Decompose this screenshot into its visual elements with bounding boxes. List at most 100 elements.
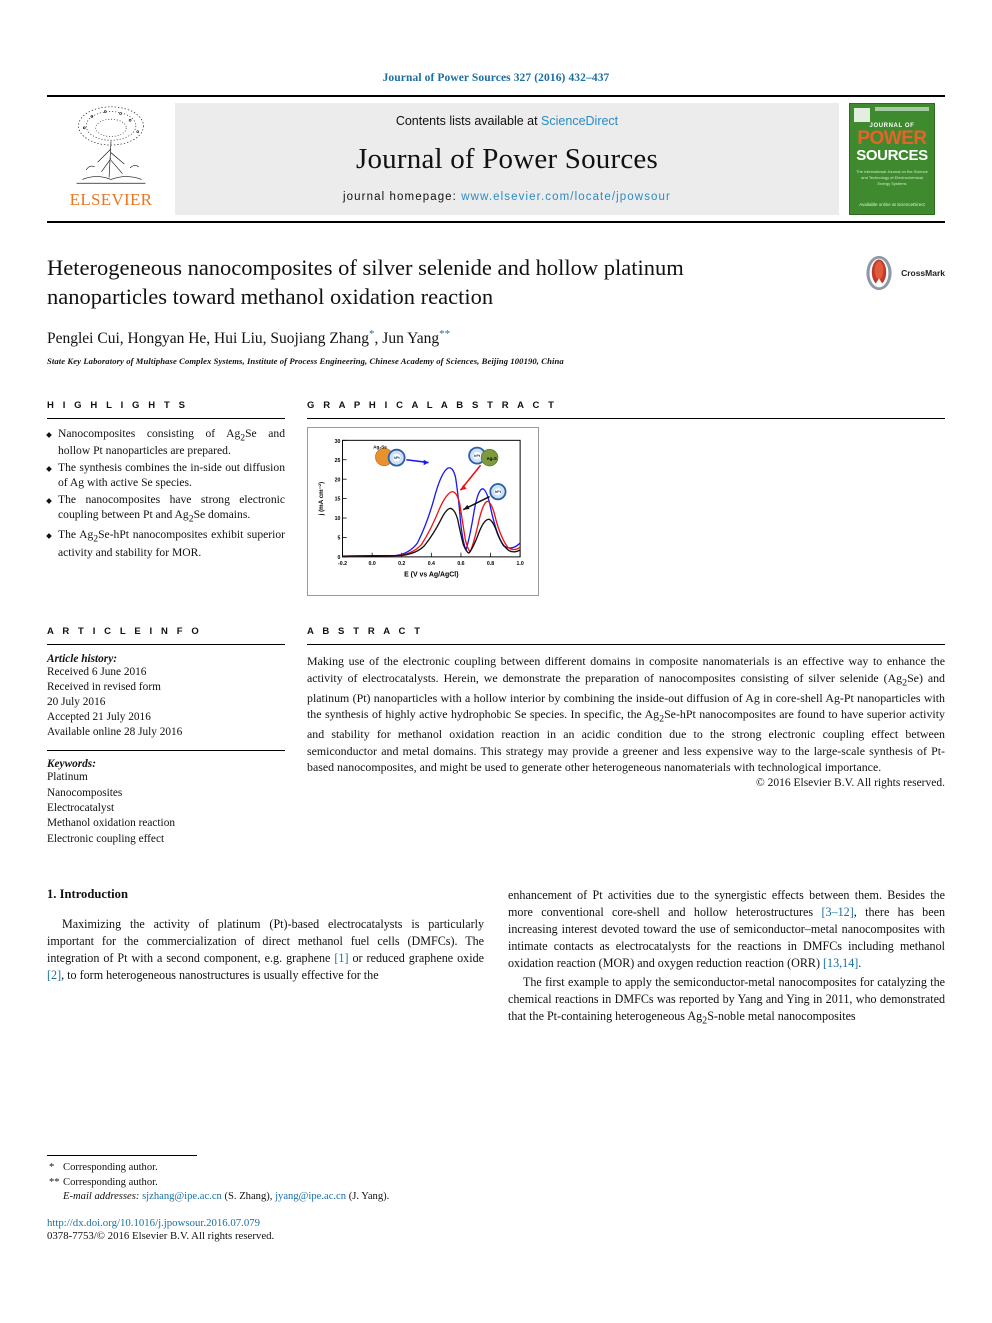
inset-label-ag2s: Ag₂S [487, 455, 497, 460]
keyword: Nanocomposites [47, 786, 123, 799]
contents-prefix: Contents lists available at [395, 114, 542, 128]
issn-copyright-line: 0378-7753/© 2016 Elsevier B.V. All right… [47, 1229, 275, 1242]
email-owner-yang: (J. Yang). [348, 1191, 390, 1203]
article-history-label: Article history: [47, 653, 117, 666]
footnote-emails: E-mail addresses: sjzhang@ipe.ac.cn (S. … [47, 1190, 467, 1205]
elsevier-wordmark: ELSEVIER [69, 190, 153, 209]
y-tick-label: 0 [338, 555, 341, 561]
article-info-column: A R T I C L E I N F O Article history: R… [47, 626, 285, 847]
highlights-column: H I G H L I G H T S Nanocomposites consi… [47, 400, 285, 597]
section-heading-introduction: 1. Introduction [47, 887, 128, 902]
y-tick-label: 25 [335, 457, 341, 463]
x-tick-label: 0.8 [487, 561, 494, 567]
cover-top-rule [875, 107, 929, 111]
paragraph-text: enhancement of Pt activities due to the … [508, 888, 946, 970]
history-line: Received 6 June 2016 [47, 666, 147, 679]
corresponding-marker-2: ** [439, 327, 451, 340]
masthead-center: Contents lists available at ScienceDirec… [175, 103, 839, 215]
keyword: Methanol oxidation reaction [47, 817, 175, 830]
authors-names: Penglei Cui, Hongyan He, Hui Liu, Suojia… [47, 329, 370, 347]
x-tick-label: -0.2 [338, 561, 347, 567]
homepage-url-link[interactable]: www.elsevier.com/locate/jpowsour [461, 191, 671, 203]
inset-label-hpt-2: hPt [474, 454, 481, 458]
cover-subtitle-text: The International Journal on the Science… [856, 169, 928, 186]
paragraph-text: The first example to apply the semicondu… [508, 974, 945, 1026]
author-list: Penglei Cui, Hongyan He, Hui Liu, Suojia… [47, 328, 945, 348]
history-line: 20 July 2016 [47, 696, 106, 709]
footnote-corresponding-1: * Corresponding author. [47, 1161, 467, 1176]
article-first-page: Journal of Power Sources 327 (2016) 432–… [0, 0, 992, 1323]
reference-link[interactable]: [3–12] [822, 905, 854, 919]
keyword: Electrocatalyst [47, 802, 115, 815]
reference-link[interactable]: [1] [334, 951, 348, 965]
x-tick-label: 0.2 [398, 561, 405, 567]
highlights-list: Nanocomposites consisting of Ag2Se and h… [47, 427, 285, 561]
footnote-text: Corresponding author. [63, 1176, 158, 1188]
reference-link[interactable]: [13,14] [823, 956, 858, 970]
elsevier-logo: ELSEVIER [47, 97, 175, 221]
asterisk-icon: * [49, 1162, 55, 1173]
footnote-corresponding-2: ** Corresponding author. [47, 1176, 467, 1191]
journal-masthead: ELSEVIER Contents lists available at Sci… [47, 95, 945, 223]
footnote-block: * Corresponding author. ** Corresponding… [47, 1155, 467, 1242]
highlights-and-graphical-abstract: H I G H L I G H T S Nanocomposites consi… [47, 400, 945, 597]
y-tick-label: 10 [335, 516, 341, 522]
x-tick-label: 0.4 [428, 561, 435, 567]
graphical-abstract-figure: 0 5 10 15 20 25 30 -0.2 0.0 0.2 0.4 0.6 … [307, 426, 539, 597]
email-addresses-label: E-mail addresses: [63, 1191, 140, 1203]
email-link-zhang[interactable]: sjzhang@ipe.ac.cn [142, 1191, 222, 1202]
y-tick-label: 5 [338, 535, 341, 541]
cover-elsevier-mark-icon [854, 108, 870, 122]
graphical-abstract-heading: G R A P H I C A L A B S T R A C T [307, 399, 558, 411]
article-info-heading: A R T I C L E I N F O [47, 626, 202, 638]
graphical-abstract-rule [307, 417, 945, 419]
cover-sources-text: SOURCES [856, 147, 928, 164]
journal-title: Journal of Power Sources [356, 143, 658, 175]
email-link-yang[interactable]: jyang@ipe.ac.cn [275, 1191, 346, 1202]
abstract-text: Making use of the electronic coupling be… [307, 654, 945, 775]
cv-voltammogram-chart: 0 5 10 15 20 25 30 -0.2 0.0 0.2 0.4 0.6 … [318, 439, 524, 578]
running-head: Journal of Power Sources 327 (2016) 432–… [382, 72, 610, 84]
keyword: Platinum [47, 771, 88, 784]
inset-label-hpt-3: hPt [495, 490, 502, 494]
contents-available-line: Contents lists available at ScienceDirec… [396, 114, 618, 128]
y-tick-label: 15 [335, 496, 341, 502]
cover-footer-text: Available online at ScienceDirect [859, 201, 925, 207]
body-columns: 1. Introduction Maximizing the activity … [47, 887, 945, 1030]
x-tick-label: 0.0 [369, 561, 376, 567]
paragraph: Maximizing the activity of platinum (Pt)… [47, 916, 484, 984]
x-tick-label: 1.0 [517, 561, 524, 567]
y-tick-label: 20 [335, 477, 341, 483]
history-line: Accepted 21 July 2016 [47, 711, 151, 724]
paragraph-text: Maximizing the activity of platinum (Pt)… [47, 917, 484, 982]
reference-link[interactable]: [2] [47, 968, 61, 982]
list-item: The synthesis combines the in-side out d… [47, 461, 285, 491]
history-line: Received in revised form [47, 681, 161, 694]
elsevier-tree-icon [76, 106, 146, 184]
keywords-rule [47, 750, 285, 752]
body-column-right: enhancement of Pt activities due to the … [508, 887, 945, 1030]
author-last-name: Jun Yang [382, 329, 440, 347]
inset-label-hpt-1: hPt [394, 456, 401, 460]
highlights-rule [47, 417, 285, 419]
journal-homepage-line: journal homepage: www.elsevier.com/locat… [343, 191, 671, 203]
paragraph: enhancement of Pt activities due to the … [508, 887, 945, 972]
doi-link[interactable]: http://dx.doi.org/10.1016/j.jpowsour.201… [47, 1217, 467, 1229]
cover-power-text: POWER [857, 128, 927, 149]
list-item: The nanocomposites have strong electroni… [47, 493, 285, 526]
y-tick-label: 30 [335, 439, 341, 445]
abstract-column: A B S T R A C T Making use of the electr… [307, 626, 945, 847]
homepage-prefix: journal homepage: [343, 191, 462, 203]
info-and-abstract: A R T I C L E I N F O Article history: R… [47, 626, 945, 847]
abstract-rule [307, 644, 945, 646]
list-item: Nanocomposites consisting of Ag2Se and h… [47, 427, 285, 460]
affiliation: State Key Laboratory of Multiphase Compl… [47, 355, 564, 366]
email-owner-zhang: (S. Zhang), [224, 1191, 273, 1203]
body-column-left: 1. Introduction Maximizing the activity … [47, 887, 484, 1030]
crossmark-badge[interactable]: CrossMark [861, 255, 945, 291]
paragraph: The first example to apply the semicondu… [508, 974, 945, 1028]
crossmark-label: CrossMark [901, 268, 945, 278]
history-line: Available online 28 July 2016 [47, 726, 183, 739]
keyword: Electronic coupling effect [47, 832, 165, 845]
sciencedirect-link[interactable]: ScienceDirect [541, 114, 618, 128]
